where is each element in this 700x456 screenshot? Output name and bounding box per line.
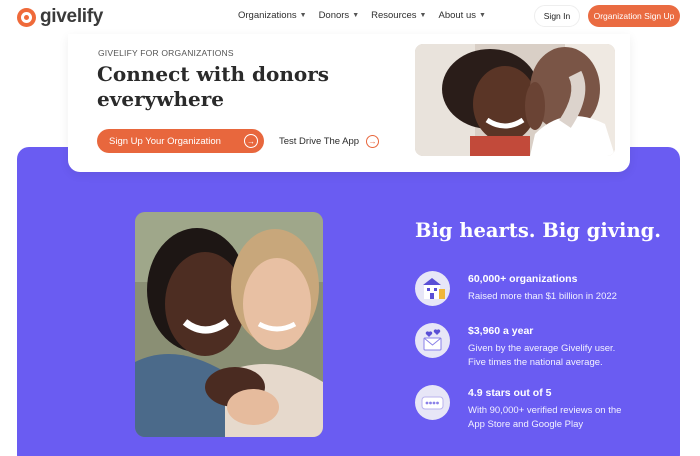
- hero-eyebrow: GIVELIFY FOR ORGANIZATIONS: [98, 48, 234, 58]
- rating-stars-icon: [415, 385, 450, 420]
- arrow-right-icon: →: [244, 134, 258, 148]
- nav-menu: Organizations ▼ Donors ▼ Resources ▼ Abo…: [238, 10, 486, 21]
- stat-title: 60,000+ organizations: [468, 273, 578, 285]
- nav-item-label: About us: [438, 10, 476, 21]
- stat-average-giving: $3,960 a year Given by the average Givel…: [415, 323, 628, 370]
- stat-organizations: 60,000+ organizations Raised more than $…: [415, 271, 617, 306]
- stat-description: With 90,000+ verified reviews on the App…: [468, 405, 622, 430]
- nav-item-resources[interactable]: Resources ▼: [371, 10, 426, 21]
- arrow-right-icon: →: [366, 135, 380, 148]
- sign-up-organization-button[interactable]: Sign Up Your Organization →: [97, 129, 264, 153]
- chevron-down-icon: ▼: [478, 12, 486, 19]
- nav-item-label: Organizations: [238, 10, 297, 21]
- stat-ratings: 4.9 stars out of 5 With 90,000+ verified…: [415, 385, 628, 432]
- main-photo: [135, 212, 323, 437]
- stat-title: 4.9 stars out of 5: [468, 387, 552, 399]
- stat-description: Raised more than $1 billion in 2022: [468, 291, 617, 302]
- givelify-logo[interactable]: givelify: [17, 6, 103, 28]
- organization-sign-up-button[interactable]: Organization Sign Up: [588, 5, 680, 27]
- nav-item-label: Resources: [371, 10, 417, 21]
- hero-photo: [415, 44, 615, 156]
- nav-item-donors[interactable]: Donors ▼: [319, 10, 360, 21]
- chevron-down-icon: ▼: [299, 12, 307, 19]
- logo-mark-icon: [17, 7, 36, 27]
- top-nav: givelify Organizations ▼ Donors ▼ Resour…: [0, 0, 700, 34]
- stat-description: Given by the average Givelify user. Five…: [468, 343, 616, 368]
- nav-item-organizations[interactable]: Organizations ▼: [238, 10, 307, 21]
- logo-text: givelify: [40, 6, 104, 27]
- nav-item-about-us[interactable]: About us ▼: [438, 10, 485, 21]
- link-label: Test Drive The App: [279, 136, 360, 147]
- test-drive-link[interactable]: Test Drive The App →: [279, 135, 380, 148]
- building-icon: [415, 271, 450, 306]
- button-label: Sign Up Your Organization: [109, 135, 221, 147]
- stats-title: Big hearts. Big giving.: [415, 219, 662, 242]
- nav-item-label: Donors: [318, 10, 350, 21]
- chevron-down-icon: ▼: [352, 12, 360, 19]
- hero-card: GIVELIFY FOR ORGANIZATIONS Connect with …: [68, 34, 630, 172]
- stat-title: $3,960 a year: [468, 325, 534, 337]
- hero-headline: Connect with donors everywhere: [97, 62, 330, 111]
- envelope-hearts-icon: [415, 323, 450, 358]
- chevron-down-icon: ▼: [419, 12, 427, 19]
- sign-in-button[interactable]: Sign In: [534, 5, 580, 27]
